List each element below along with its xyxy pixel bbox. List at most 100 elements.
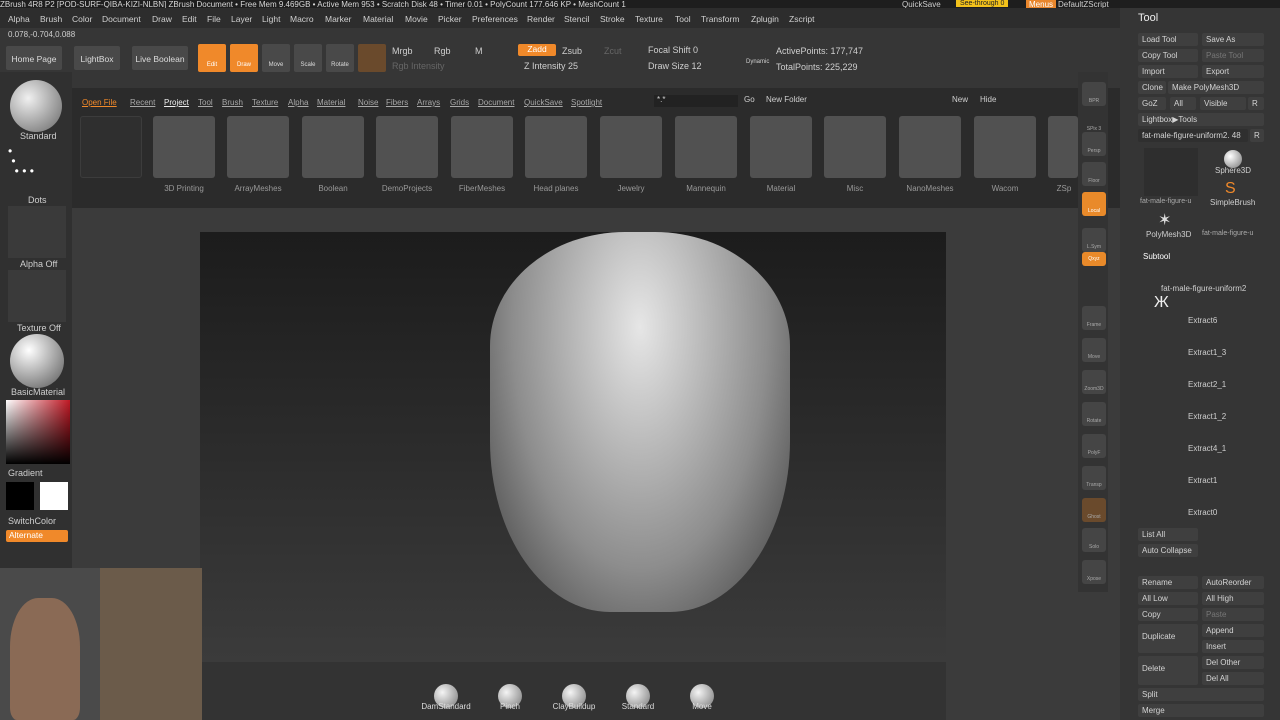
dynamic-toggle[interactable]: Dynamic [746,59,769,65]
solo-icon[interactable]: Solo [1082,528,1106,552]
current-tool-slider[interactable]: fat-male-figure-uniform2. 48 [1138,129,1248,142]
rename-button[interactable]: Rename [1138,576,1198,589]
focal-shift-slider[interactable]: Focal Shift 0 [648,45,698,55]
brush-label[interactable]: Move [672,702,732,711]
copy-tool-button[interactable]: Copy Tool [1138,49,1198,62]
rotate-icon[interactable]: Rotate [1082,402,1106,426]
local-icon[interactable]: Local [1082,192,1106,216]
r-toggle[interactable]: R [1250,129,1264,142]
lightbox-tools-button[interactable]: Lightbox▶Tools [1138,113,1264,126]
rotate-button[interactable]: Rotate [326,44,354,72]
del-other-button[interactable]: Del Other [1202,656,1264,669]
scale-button[interactable]: Scale [294,44,322,72]
secondary-color-swatch[interactable] [40,482,68,510]
folder-item[interactable]: Wacom [974,116,1036,193]
menu-brush[interactable]: Brush [40,14,62,24]
home-page-button[interactable]: Home Page [6,46,62,70]
persp-icon[interactable]: Persp [1082,132,1106,156]
dots-stroke-icon[interactable]: • • • • • [8,145,66,194]
save-as-button[interactable]: Save As [1202,33,1264,46]
subtool-item[interactable]: Extract1_3 [1188,348,1226,357]
menu-stencil[interactable]: Stencil [564,14,590,24]
folder-item[interactable]: DemoProjects [376,116,438,193]
subtool-item[interactable]: Extract0 [1188,508,1217,517]
menu-texture[interactable]: Texture [635,14,663,24]
subtool-item[interactable]: Extract6 [1188,316,1217,325]
duplicate-button[interactable]: Duplicate [1138,624,1198,653]
folder-item[interactable]: Head planes [525,116,587,193]
move-button[interactable]: Move [262,44,290,72]
make-polymesh3d-button[interactable]: Make PolyMesh3D [1168,81,1264,94]
r-button[interactable]: R [1248,97,1264,110]
import-button[interactable]: Import [1138,65,1198,78]
head-model[interactable] [490,232,790,612]
subtool-item[interactable]: Extract1_2 [1188,412,1226,421]
menu-alpha[interactable]: Alpha [8,14,30,24]
auto-reorder-button[interactable]: AutoReorder [1202,576,1264,589]
menu-preferences[interactable]: Preferences [472,14,518,24]
zadd-button[interactable]: Zadd [518,44,556,56]
menu-macro[interactable]: Macro [290,14,314,24]
color-picker[interactable] [6,400,70,464]
document-canvas[interactable] [200,232,946,660]
zsub-button[interactable]: Zsub [562,46,582,56]
material-swatch-icon[interactable] [358,44,386,72]
draw-button[interactable]: Draw [230,44,258,72]
subtool-item[interactable]: fat-male-figure-uniform2 [1161,284,1246,293]
menu-tool[interactable]: Tool [675,14,691,24]
bpr-icon[interactable]: BPR [1082,82,1106,106]
menu-picker[interactable]: Picker [438,14,462,24]
rgb-intensity-slider[interactable]: Rgb Intensity [392,61,445,71]
insert-button[interactable]: Insert [1202,640,1264,653]
split-button[interactable]: Split [1138,688,1264,701]
brush-label[interactable]: DamStandard [416,702,476,711]
folder-item[interactable]: ArrayMeshes [227,116,289,193]
see-through-slider[interactable]: See-through 0 [956,0,1009,7]
folder-item[interactable]: ZSp [1048,116,1078,193]
all-low-button[interactable]: All Low [1138,592,1198,605]
menu-transform[interactable]: Transform [701,14,739,24]
edit-button[interactable]: Edit [198,44,226,72]
transp-icon[interactable]: Transp [1082,466,1106,490]
subtool-item[interactable]: Extract4_1 [1188,444,1226,453]
menu-document[interactable]: Document [102,14,141,24]
alpha-slot-icon[interactable] [8,206,66,258]
gradient-label[interactable]: Gradient [8,468,43,478]
merge-button[interactable]: Merge [1138,704,1264,717]
ghost-icon[interactable]: Ghost [1082,498,1106,522]
all-button[interactable]: All [1170,97,1196,110]
subtool-header[interactable]: Subtool [1143,252,1170,261]
material-sphere-icon[interactable] [10,334,64,388]
polymesh3d-icon[interactable]: ✶ [1158,210,1171,230]
menu-stroke[interactable]: Stroke [600,14,625,24]
menu-movie[interactable]: Movie [405,14,428,24]
load-tool-button[interactable]: Load Tool [1138,33,1198,46]
copy-button[interactable]: Copy [1138,608,1198,621]
move-icon[interactable]: Move [1082,338,1106,362]
mrgb-button[interactable]: Mrgb [392,46,413,56]
zoom3d-icon[interactable]: Zoom3D [1082,370,1106,394]
zcut-button[interactable]: Zcut [604,46,622,56]
standard-brush-icon[interactable] [10,80,62,132]
visible-button[interactable]: Visible [1200,97,1246,110]
menu-render[interactable]: Render [527,14,555,24]
folder-item[interactable]: FiberMeshes [451,116,513,193]
menu-material[interactable]: Material [363,14,393,24]
menu-file[interactable]: File [207,14,221,24]
texture-slot-icon[interactable] [8,270,66,322]
export-button[interactable]: Export [1202,65,1264,78]
simple-brush-icon[interactable]: S [1225,180,1236,198]
xpose-icon[interactable]: Xpose [1082,560,1106,584]
folder-item[interactable]: NanoMeshes [899,116,961,193]
delete-button[interactable]: Delete [1138,656,1198,685]
menu-layer[interactable]: Layer [231,14,252,24]
brush-label[interactable]: Pinch [480,702,540,711]
menu-zscript[interactable]: Zscript [789,14,815,24]
main-color-swatch[interactable] [6,482,34,510]
folder-item[interactable]: Boolean [302,116,364,193]
folder-item[interactable]: Misc [824,116,886,193]
list-all-button[interactable]: List All [1138,528,1198,541]
auto-collapse-button[interactable]: Auto Collapse [1138,544,1198,557]
append-button[interactable]: Append [1202,624,1264,637]
switch-color-button[interactable]: SwitchColor [8,516,56,526]
